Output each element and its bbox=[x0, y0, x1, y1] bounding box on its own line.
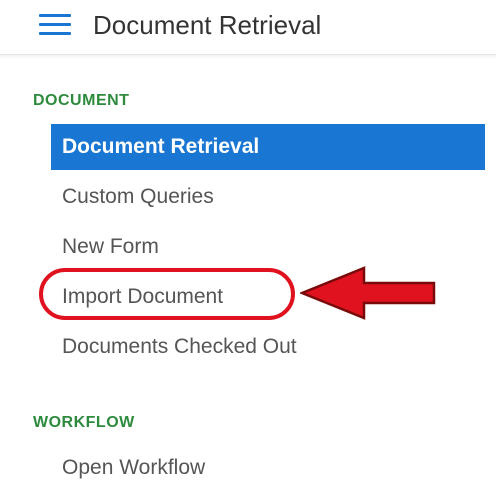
hamburger-line bbox=[39, 23, 71, 26]
page-title: Document Retrieval bbox=[93, 10, 322, 40]
hamburger-line bbox=[39, 14, 71, 17]
sidebar-item-new-form[interactable]: New Form bbox=[51, 224, 485, 270]
app-header: Document Retrieval bbox=[0, 0, 496, 55]
sidebar-item-document-retrieval[interactable]: Document Retrieval bbox=[51, 124, 485, 170]
sidebar-item-import-document[interactable]: Import Document bbox=[51, 274, 485, 320]
section-heading-document: DOCUMENT bbox=[33, 92, 130, 109]
section-heading-workflow: WORKFLOW bbox=[33, 414, 135, 431]
hamburger-line bbox=[39, 32, 71, 35]
sidebar-item-custom-queries[interactable]: Custom Queries bbox=[51, 174, 485, 220]
sidebar-item-open-workflow[interactable]: Open Workflow bbox=[51, 445, 485, 491]
hamburger-menu-icon[interactable] bbox=[39, 14, 71, 36]
sidebar-item-documents-checked-out[interactable]: Documents Checked Out bbox=[51, 324, 485, 370]
